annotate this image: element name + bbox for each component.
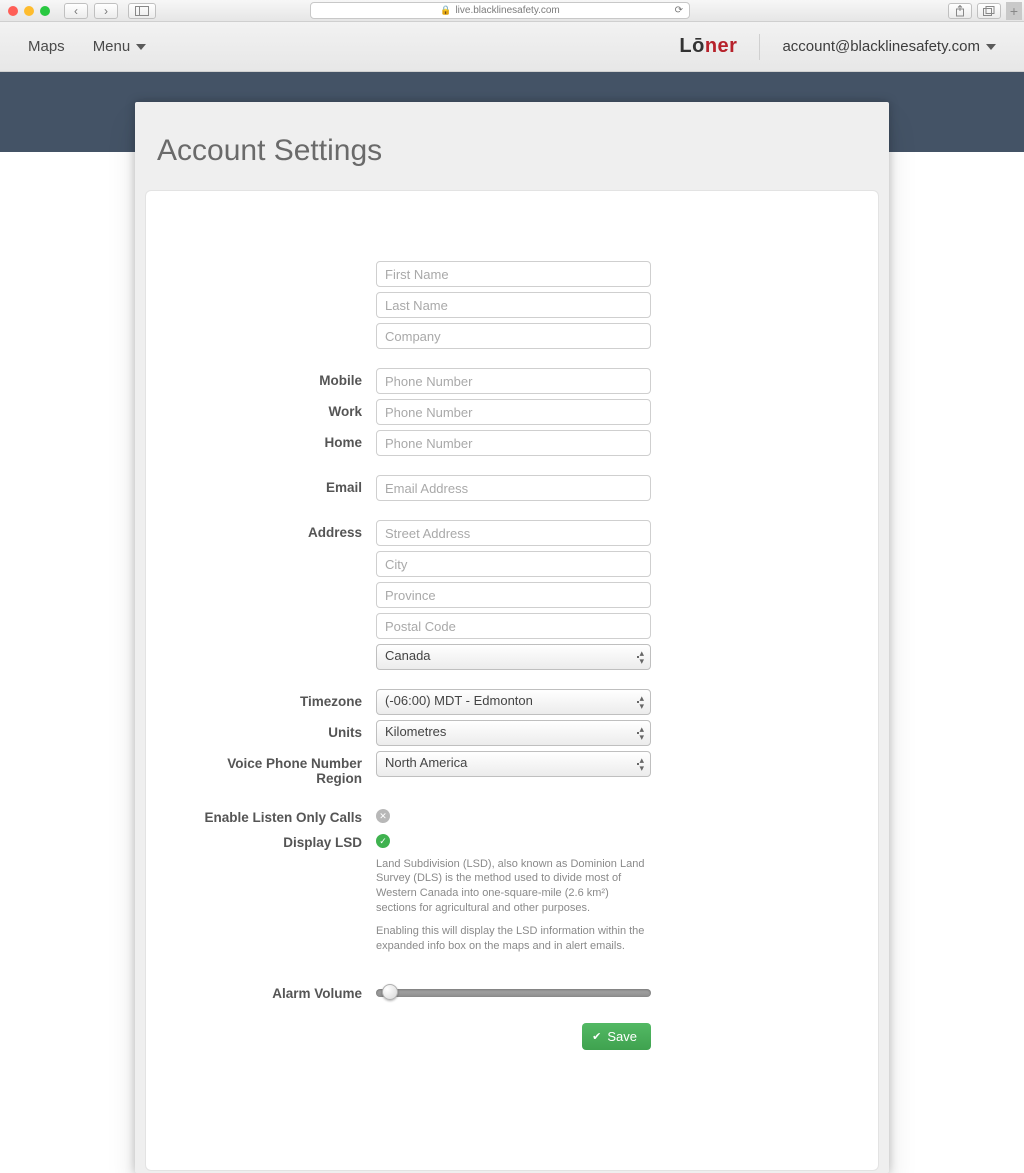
listen-only-toggle[interactable]: ✕ [376,809,390,823]
voice-region-label-line1: Voice Phone Number [227,756,362,771]
share-button[interactable] [948,3,972,19]
voice-region-select-value: North America [385,755,467,770]
window-zoom-icon[interactable] [40,6,50,16]
address-bar-url: live.blacklinesafety.com [455,5,559,16]
last-name-input[interactable] [376,292,651,318]
slider-thumb[interactable] [382,984,398,1000]
nav-menu[interactable]: Menu [93,38,147,55]
brand-logo: Lōner [679,35,737,58]
mobile-label: Mobile [196,368,376,388]
lsd-help-p2: Enabling this will display the LSD infor… [376,924,651,954]
address-label: Address [196,520,376,540]
mobile-phone-input[interactable] [376,368,651,394]
sidebar-toggle-button[interactable] [128,3,156,19]
save-button[interactable]: ✔ Save [582,1023,651,1050]
display-lsd-toggle[interactable]: ✓ [376,834,390,848]
email-label: Email [196,475,376,495]
window-close-icon[interactable] [8,6,18,16]
divider [759,34,760,60]
company-input[interactable] [376,323,651,349]
tabs-button[interactable] [977,3,1001,19]
logo-part2: ner [705,35,738,57]
units-select[interactable]: Kilometres ▴▾ [376,720,651,746]
account-menu[interactable]: account@blacklinesafety.com [782,38,996,55]
select-chevrons-icon: ▴▾ [639,756,644,772]
window-traffic-lights [0,6,50,16]
voice-region-label-line2: Region [316,771,362,786]
new-tab-button[interactable]: + [1006,2,1022,20]
country-select[interactable]: Canada ▴▾ [376,644,651,670]
logo-part1: Lō [679,35,704,57]
lsd-help-p1: Land Subdivision (LSD), also known as Do… [376,857,651,916]
save-button-label: Save [607,1029,637,1044]
home-phone-input[interactable] [376,430,651,456]
window-minimize-icon[interactable] [24,6,34,16]
lock-icon: 🔒 [440,5,451,16]
nav-back-button[interactable]: ‹ [64,3,88,19]
voice-region-select[interactable]: North America ▴▾ [376,751,651,777]
work-label: Work [196,399,376,419]
street-input[interactable] [376,520,651,546]
check-icon: ✔ [592,1030,601,1043]
nav-maps-label: Maps [28,38,65,55]
alarm-volume-label: Alarm Volume [196,981,376,1001]
browser-chrome: ‹ › 🔒 live.blacklinesafety.com ⟳ + [0,0,1024,22]
select-chevrons-icon: ▴▾ [639,725,644,741]
country-select-value: Canada [385,648,431,663]
units-select-value: Kilometres [385,724,446,739]
nav-forward-button[interactable]: › [94,3,118,19]
select-chevrons-icon: ▴▾ [639,694,644,710]
x-icon: ✕ [379,811,387,822]
chevron-down-icon [986,44,996,50]
settings-form: Mobile Work Home Email Address [145,190,879,1171]
account-email: account@blacklinesafety.com [782,38,980,55]
settings-card: Account Settings Mobile Work Hom [135,102,889,1173]
work-phone-input[interactable] [376,399,651,425]
units-label: Units [196,720,376,740]
voice-region-label: Voice Phone Number Region [196,751,376,786]
display-lsd-label: Display LSD [196,830,376,850]
nav-maps[interactable]: Maps [28,38,65,55]
check-icon: ✓ [379,836,387,847]
email-input[interactable] [376,475,651,501]
timezone-select-value: (-06:00) MDT - Edmonton [385,693,533,708]
timezone-select[interactable]: (-06:00) MDT - Edmonton ▴▾ [376,689,651,715]
alarm-volume-slider[interactable] [376,989,651,997]
timezone-label: Timezone [196,689,376,709]
select-chevrons-icon: ▴▾ [639,649,644,665]
nav-menu-label: Menu [93,38,131,55]
app-header: Maps Menu Lōner account@blacklinesafety.… [0,22,1024,72]
province-input[interactable] [376,582,651,608]
home-label: Home [196,430,376,450]
chevron-down-icon [136,44,146,50]
city-input[interactable] [376,551,651,577]
listen-only-label: Enable Listen Only Calls [196,805,376,825]
first-name-input[interactable] [376,261,651,287]
page-title: Account Settings [157,134,879,168]
address-bar[interactable]: 🔒 live.blacklinesafety.com ⟳ [310,2,690,19]
reload-icon[interactable]: ⟳ [675,5,683,16]
lsd-help-text: Land Subdivision (LSD), also known as Do… [376,857,651,954]
postal-input[interactable] [376,613,651,639]
